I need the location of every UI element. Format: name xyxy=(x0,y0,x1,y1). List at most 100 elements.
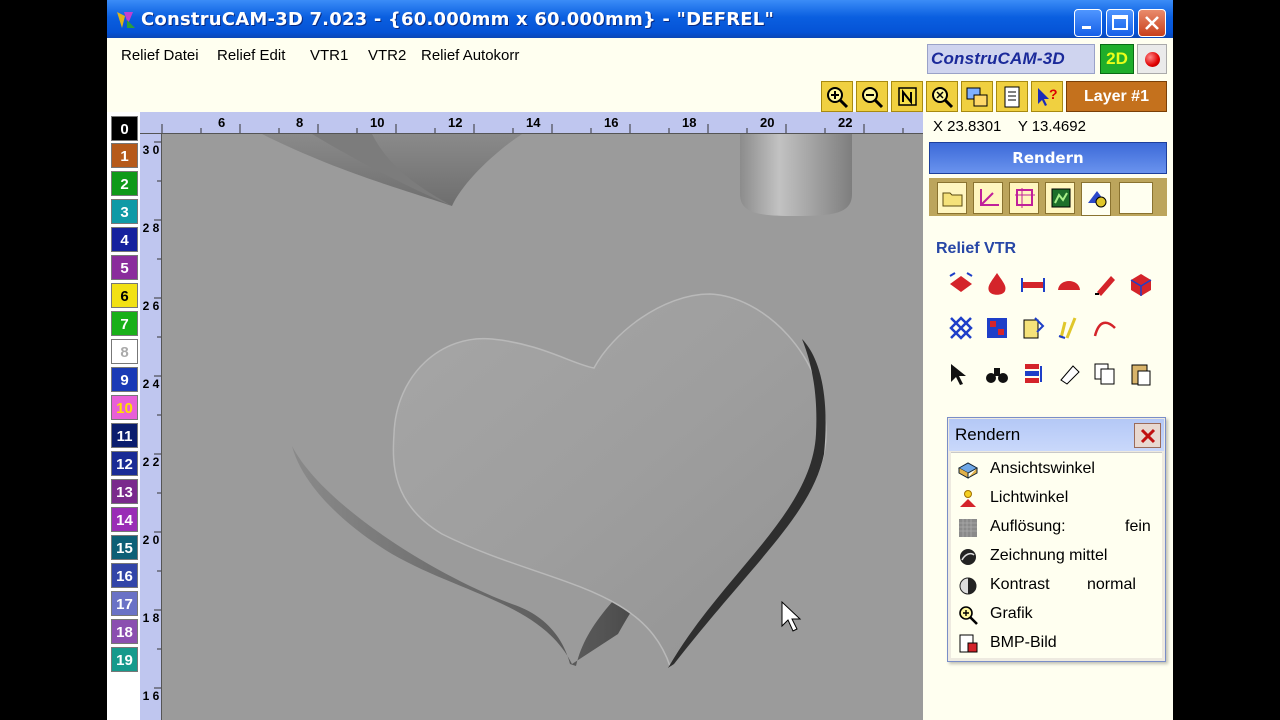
layer-swatch[interactable]: 12 xyxy=(111,451,138,476)
layer-swatch[interactable]: 9 xyxy=(111,367,138,392)
render-menu-item-label: Ansichtswinkel xyxy=(990,460,1095,477)
brand-logo-text: ConstruCAM-3D xyxy=(931,49,1065,68)
render-menu-item-value: normal xyxy=(1087,576,1136,593)
brand-logo: ConstruCAM-3D xyxy=(927,44,1095,74)
contrast-icon xyxy=(959,577,977,595)
axis-icon xyxy=(980,189,999,206)
tab-render-shapes[interactable] xyxy=(1081,182,1111,216)
ruler-left-label: 2 2 xyxy=(142,455,160,469)
render-menu-item-kontrast[interactable]: Kontrast normal xyxy=(951,571,1162,600)
close-button[interactable] xyxy=(1138,9,1166,37)
layer-swatch[interactable]: 5 xyxy=(111,255,138,280)
ruler-top-label: 22 xyxy=(838,115,853,130)
document-button[interactable] xyxy=(996,81,1028,112)
title-bar[interactable]: ConstruCAM-3D 7.023 - {60.000mm x 60.000… xyxy=(107,0,1173,38)
zoom-out-button[interactable] xyxy=(856,81,888,112)
render-menu-item-ansichtswinkel[interactable]: Ansichtswinkel xyxy=(951,455,1162,484)
maximize-button[interactable] xyxy=(1106,9,1134,37)
ruler-top-label: 18 xyxy=(682,115,697,130)
layer-swatch[interactable]: 3 xyxy=(111,199,138,224)
menu-vtr1[interactable]: VTR1 xyxy=(310,47,348,64)
render-menu-item-label: Grafik xyxy=(990,605,1033,622)
menu-relief-autokorr[interactable]: Relief Autokorr xyxy=(421,47,519,64)
minimize-icon xyxy=(1082,26,1091,29)
tab-frame[interactable] xyxy=(1009,182,1039,214)
normal-view-button[interactable] xyxy=(891,81,923,112)
layer-palette: 0 1 2 3 4 5 6 7 8 9 10 11 12 13 14 15 16… xyxy=(107,112,140,720)
eraser-icon[interactable] xyxy=(1055,360,1083,388)
layer-swatch[interactable]: 1 xyxy=(111,143,138,168)
ruler-top-label: 16 xyxy=(604,115,619,130)
tab-image[interactable] xyxy=(1045,182,1075,214)
select-arrow-icon[interactable] xyxy=(947,360,975,388)
layer-swatch[interactable]: 17 xyxy=(111,591,138,616)
render-menu-item-label: BMP-Bild xyxy=(990,634,1057,651)
relief-dome-icon[interactable] xyxy=(1055,270,1083,298)
relief-note-icon[interactable] xyxy=(1019,314,1047,342)
layer-button[interactable]: Layer #1 xyxy=(1066,81,1167,112)
menu-relief-datei[interactable]: Relief Datei xyxy=(121,47,199,64)
layer-swatch[interactable]: 16 xyxy=(111,563,138,588)
ruler-top-label: 8 xyxy=(296,115,304,130)
binoculars-icon[interactable] xyxy=(983,360,1011,388)
layer-swatch[interactable]: 7 xyxy=(111,311,138,336)
render-menu-item-zeichnung[interactable]: Zeichnung mittel xyxy=(951,542,1162,571)
layer-swatch[interactable]: 4 xyxy=(111,227,138,252)
tab-folder[interactable] xyxy=(937,182,967,214)
copy-icon[interactable] xyxy=(1091,360,1119,388)
render-menu-item-lichtwinkel[interactable]: Lichtwinkel xyxy=(951,484,1162,513)
layer-swatch[interactable]: 0 xyxy=(111,116,138,141)
zoom-in-button[interactable] xyxy=(821,81,853,112)
ruler-left-label: 2 0 xyxy=(142,533,160,547)
light-angle-icon xyxy=(960,490,976,507)
menu-vtr2[interactable]: VTR2 xyxy=(368,47,406,64)
render-menu-item-bmp-bild[interactable]: BMP-Bild xyxy=(951,629,1162,658)
render-menu-item-label: Kontrast xyxy=(990,576,1050,593)
mode-2d-button[interactable]: 2D xyxy=(1100,44,1134,74)
render-menu-item-aufloesung[interactable]: Auflösung: fein xyxy=(951,513,1162,542)
ruler-left-label: 1 6 xyxy=(142,689,160,703)
render-menu-item-grafik[interactable]: Grafik xyxy=(951,600,1162,629)
section-relief-vtr: Relief VTR xyxy=(936,240,1017,257)
relief-canvas[interactable] xyxy=(162,134,923,720)
layer-swatch[interactable]: 8 xyxy=(111,339,138,364)
relief-drop-icon[interactable] xyxy=(983,270,1011,298)
paste-icon[interactable] xyxy=(1127,360,1155,388)
relief-bridge-icon[interactable] xyxy=(1019,270,1047,298)
layer-swatch[interactable]: 11 xyxy=(111,423,138,448)
view-swap-button[interactable] xyxy=(961,81,993,112)
tab-axis[interactable] xyxy=(973,182,1003,214)
relief-grid-icon[interactable] xyxy=(947,314,975,342)
relief-base-icon[interactable] xyxy=(947,270,975,298)
help-pointer-button[interactable]: ? xyxy=(1031,81,1063,112)
layer-swatch[interactable]: 18 xyxy=(111,619,138,644)
zoom-fit-icon xyxy=(932,87,954,109)
coordinates-readout: X 23.8301 Y 13.4692 xyxy=(933,118,1086,135)
record-button[interactable] xyxy=(1137,44,1167,74)
layer-swatch[interactable]: 10 xyxy=(111,395,138,420)
relief-pen-icon[interactable] xyxy=(1091,270,1119,298)
layer-swatch[interactable]: 6 xyxy=(111,283,138,308)
ruler-top-label: 10 xyxy=(370,115,385,130)
menu-relief-edit[interactable]: Relief Edit xyxy=(217,47,285,64)
relief-marker-icon[interactable] xyxy=(1055,314,1083,342)
render-menu-item-label: Lichtwinkel xyxy=(990,489,1069,506)
layer-swatch[interactable]: 13 xyxy=(111,479,138,504)
zoom-fit-button[interactable] xyxy=(926,81,958,112)
layer-swatch[interactable]: 2 xyxy=(111,171,138,196)
layers-icon[interactable] xyxy=(1019,360,1047,388)
help-pointer-icon: ? xyxy=(1038,86,1058,106)
render-menu-header[interactable]: Rendern xyxy=(949,419,1164,451)
close-icon xyxy=(1145,16,1159,30)
relief-box-icon[interactable] xyxy=(1127,270,1155,298)
tab-blank[interactable] xyxy=(1119,182,1153,214)
relief-curve-icon[interactable] xyxy=(1091,314,1119,342)
layer-swatch[interactable]: 15 xyxy=(111,535,138,560)
render-menu-close-button[interactable] xyxy=(1134,423,1161,448)
resolution-icon xyxy=(959,519,977,537)
relief-tile-icon[interactable] xyxy=(983,314,1011,342)
document-icon xyxy=(1004,86,1020,108)
minimize-button[interactable] xyxy=(1074,9,1102,37)
layer-swatch[interactable]: 19 xyxy=(111,647,138,672)
layer-swatch[interactable]: 14 xyxy=(111,507,138,532)
